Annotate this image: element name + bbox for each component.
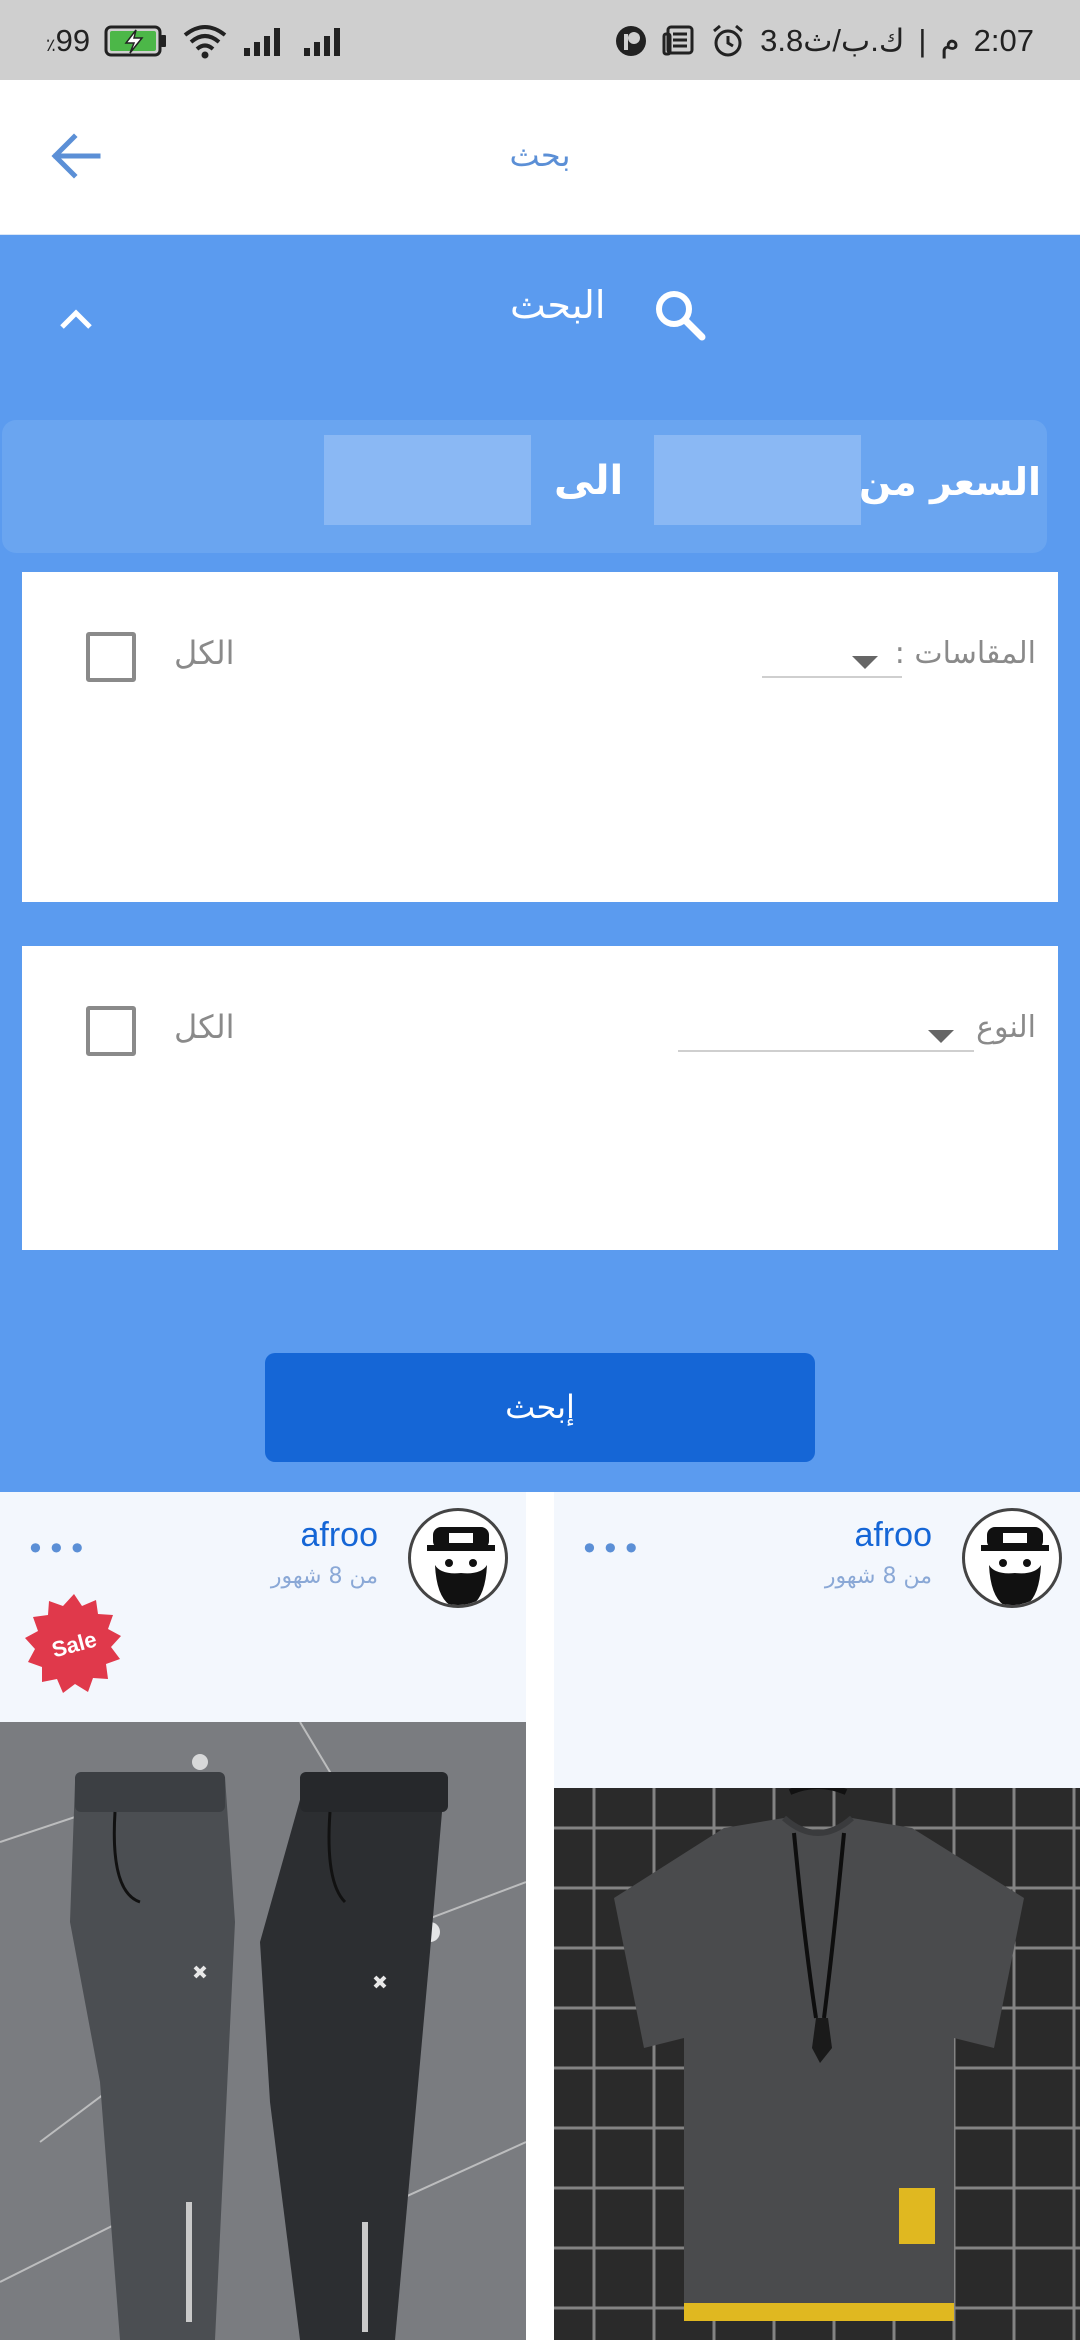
seller-name[interactable]: afroo (301, 1516, 379, 1555)
price-from-input[interactable] (654, 435, 861, 525)
sizes-all-label: الكل (174, 634, 235, 672)
more-dots-icon[interactable]: ••• (26, 1533, 89, 1565)
search-button[interactable]: إبحث (265, 1353, 815, 1462)
search-panel-title: البحث (510, 283, 606, 327)
signal-icon (244, 28, 281, 56)
dropdown-arrow-icon (928, 1030, 954, 1043)
network-speed: 3.8ك.ب/ث (760, 23, 905, 58)
page-title: بحث (509, 136, 571, 174)
product-image[interactable] (0, 1722, 526, 2340)
battery-charging-icon (104, 25, 167, 57)
product-card[interactable]: afroo من 8 شهور ••• Sale (0, 1492, 526, 2340)
app-bar: بحث (0, 80, 1080, 235)
app-icon (616, 26, 647, 56)
type-dropdown[interactable] (678, 982, 974, 1052)
sizes-label: المقاسات : (894, 636, 1036, 671)
seller-avatar[interactable] (408, 1508, 508, 1608)
status-bar-left: ٪99 (46, 20, 348, 62)
chevron-up-icon (60, 309, 92, 329)
price-to-label: الى (554, 458, 624, 504)
news-icon (662, 25, 694, 56)
sale-badge: Sale (25, 1594, 121, 1693)
alarm-icon (713, 24, 744, 57)
bearded-man-avatar-icon (427, 1527, 495, 1605)
post-time: من 8 شهور (270, 1564, 378, 1589)
product-card-header: afroo من 8 شهور ••• (554, 1492, 1080, 1722)
product-image[interactable] (554, 1788, 1080, 2340)
product-grid: afroo من 8 شهور ••• Sale afroo من 8 شهور… (0, 1492, 1080, 2340)
type-all-checkbox[interactable] (86, 1006, 136, 1056)
clock: 2:07 (973, 23, 1034, 58)
status-bar-right: 3.8ك.ب/ث | م 2:07 (614, 20, 1034, 62)
type-label: النوع (976, 1010, 1036, 1045)
battery-level: 99 (55, 23, 91, 58)
search-icon (656, 291, 706, 341)
product-card[interactable]: afroo من 8 شهور ••• (554, 1492, 1080, 2340)
post-time: من 8 شهور (824, 1564, 932, 1589)
battery-unit: ٪ (46, 35, 56, 55)
seller-avatar[interactable] (962, 1508, 1062, 1608)
sizes-filter-card: الكل المقاسات : (22, 572, 1058, 902)
price-to-input[interactable] (324, 435, 531, 525)
search-panel: البحث السعر من الى الكل المقاسات : الكل … (0, 235, 1080, 1492)
seller-name[interactable]: afroo (855, 1516, 933, 1555)
sizes-all-checkbox[interactable] (86, 632, 136, 682)
collapse-button[interactable] (52, 295, 100, 343)
status-bar: ٪99 3.8ك.ب/ث | م 2:07 (0, 0, 1080, 80)
signal-icon (304, 28, 341, 56)
wifi-icon (183, 25, 227, 59)
price-range-row: السعر من الى (2, 420, 1047, 553)
type-filter-card: الكل النوع (22, 946, 1058, 1250)
more-dots-icon[interactable]: ••• (580, 1533, 643, 1565)
search-panel-header[interactable]: البحث (0, 235, 1080, 395)
time-period: م (940, 23, 960, 58)
product-card-header: afroo من 8 شهور ••• Sale (0, 1492, 526, 1722)
dropdown-arrow-icon (852, 656, 878, 669)
price-from-label: السعر من (858, 460, 1041, 504)
sizes-dropdown[interactable] (762, 608, 902, 678)
bearded-man-avatar-icon (981, 1527, 1049, 1605)
type-all-label: الكل (174, 1008, 235, 1046)
